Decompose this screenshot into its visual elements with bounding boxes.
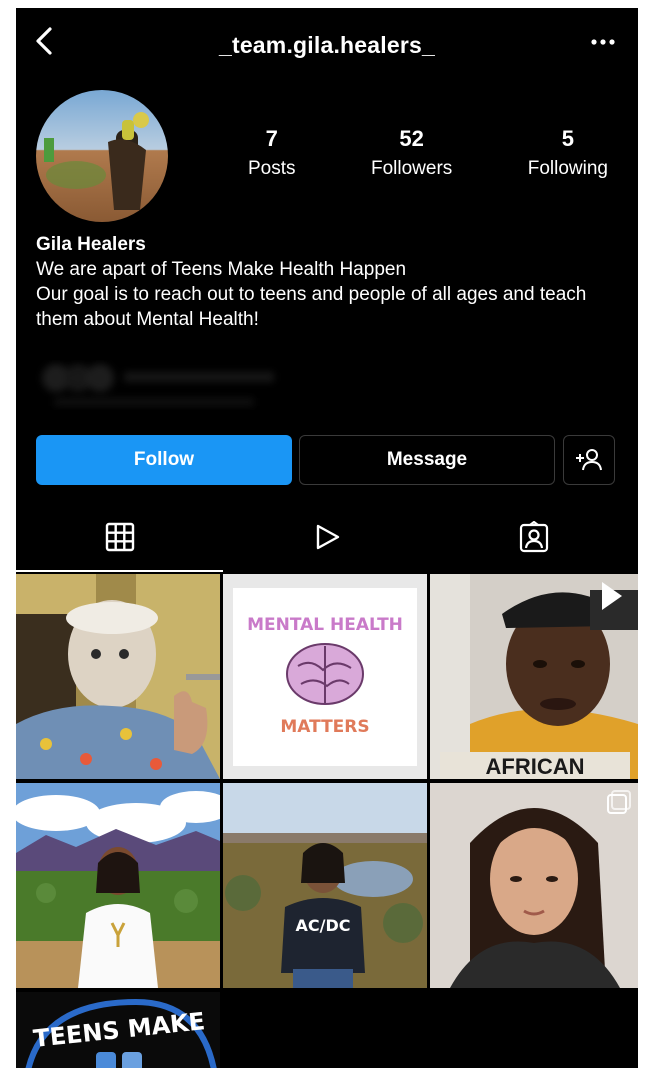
profile-actions: Follow Message xyxy=(36,435,616,487)
stat-value: 7 xyxy=(265,126,278,151)
post-shirt-text: AFRICAN xyxy=(486,754,585,779)
profile-name: Gila Healers xyxy=(36,234,146,255)
stat-posts[interactable]: 7 Posts xyxy=(248,126,296,182)
post-text-top: MENTAL HEALTH xyxy=(247,615,403,635)
post-text-bottom: MATTERS xyxy=(280,717,369,737)
post-thumbnail[interactable] xyxy=(16,783,220,988)
add-user-icon xyxy=(576,449,602,471)
stat-label: Followers xyxy=(370,158,453,179)
top-bar: _team.gila.healers_ xyxy=(16,8,638,80)
message-button[interactable]: Message xyxy=(299,435,555,485)
post-thumbnail[interactable]: AC/DC xyxy=(223,783,427,988)
tagged-icon xyxy=(519,521,548,553)
bio-line: We are apart of Teens Make Health Happen xyxy=(36,259,407,280)
post-thumbnail-video[interactable]: AFRICAN xyxy=(430,574,638,779)
follow-button[interactable]: Follow xyxy=(36,435,292,485)
suggested-users-button[interactable] xyxy=(563,435,615,485)
stat-value: 52 xyxy=(399,126,424,151)
post-band-text: AC/DC xyxy=(296,916,351,935)
profile-bio: Gila Healers We are apart of Teens Make … xyxy=(36,232,626,332)
stat-following[interactable]: 5 Following xyxy=(528,126,608,182)
grid-icon xyxy=(105,522,134,552)
stat-label: Posts xyxy=(248,158,296,179)
stat-label: Following xyxy=(527,158,608,179)
stat-followers[interactable]: 52 Followers xyxy=(371,126,452,182)
avatar[interactable] xyxy=(36,90,168,222)
bio-line: Our goal is to reach out to teens and pe… xyxy=(36,284,587,330)
tab-posts-grid[interactable] xyxy=(16,504,223,572)
post-thumbnail[interactable]: MENTAL HEALTH MATTERS xyxy=(223,574,427,779)
post-thumbnail-multi[interactable] xyxy=(430,783,638,988)
profile-handle: _team.gila.healers_ xyxy=(218,32,436,58)
followed-by-blurred xyxy=(34,360,294,410)
reels-icon xyxy=(316,524,339,550)
post-thumbnail[interactable] xyxy=(16,574,220,779)
tab-tagged[interactable] xyxy=(430,504,637,570)
more-options-button[interactable] xyxy=(588,30,618,54)
profile-screen: _team.gila.healers_ 7 Posts 52 Followers… xyxy=(16,8,638,1068)
more-horizontal-icon xyxy=(591,39,615,45)
profile-tabs xyxy=(16,504,638,572)
profile-stats: 7 Posts 52 Followers 5 Following xyxy=(248,126,608,182)
tab-reels[interactable] xyxy=(223,504,430,570)
stat-value: 5 xyxy=(561,126,574,151)
post-thumbnail[interactable]: TEENS MAKE xyxy=(16,992,220,1068)
